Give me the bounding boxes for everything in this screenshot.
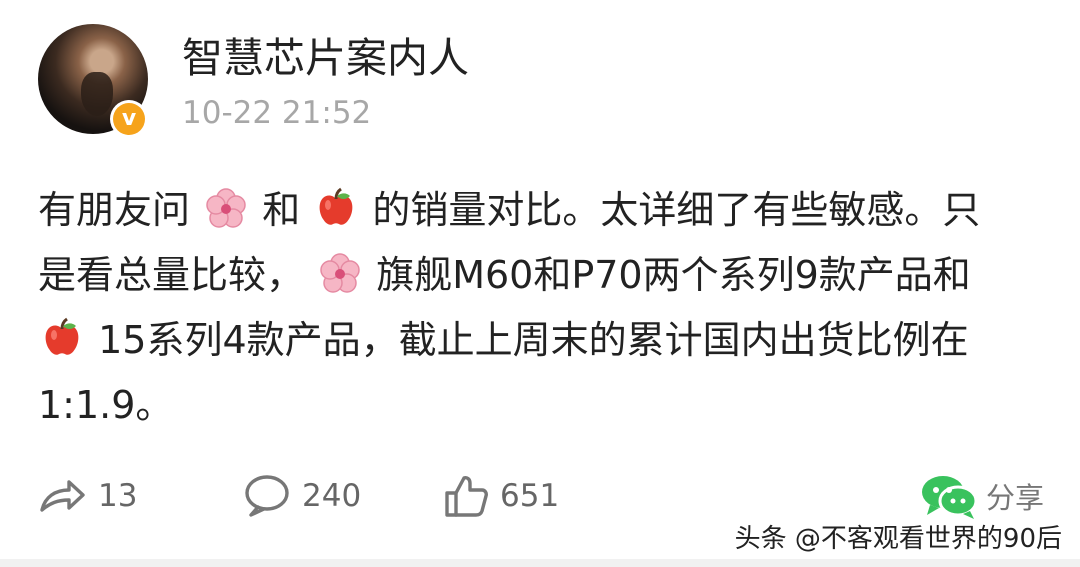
author-name[interactable]: 智慧芯片案内人 [182,32,469,84]
avatar-portrait-detail [81,72,113,116]
wechat-share-icon [922,476,978,519]
post-text-segment: 和 [262,188,301,232]
repost-button[interactable]: 13 [38,468,137,524]
post-text-segment: 1:1.9。 [38,383,174,427]
like-count: 651 [500,478,560,514]
cherry-blossom-icon [206,188,246,228]
post-text-segment: 15系列4款产品，截止上周末的累计国内出货比例在 [98,318,969,362]
apple-icon [45,317,79,355]
post-content-line: 15系列4款产品，截止上周末的累计国内出货比例在 [38,308,1048,373]
source-watermark: 头条 @不客观看世界的90后 [734,524,1062,554]
like-button[interactable]: 651 [440,468,559,524]
verified-badge-icon: v [110,100,148,138]
post-content-line: 有朋友问 和 的销量对比。太详细了有些敏感。只 [38,178,1048,243]
post-text-segment: 是看总量比较， [38,253,305,297]
comment-count: 240 [302,478,362,514]
post-timestamp: 10-22 21:52 [182,95,372,131]
post-content: 有朋友问 和 的销量对比。太详细了有些敏感。只 是看总量比较， 旗舰M60和P7… [38,178,1048,438]
cherry-blossom-icon [320,253,360,293]
verified-v-icon: v [113,103,145,135]
repost-arrow-icon [40,480,85,512]
post-text-segment: 有朋友问 [38,188,191,232]
comment-button[interactable]: 240 [242,468,361,524]
comment-bubble-icon [245,475,289,517]
post-content-line: 是看总量比较， 旗舰M60和P70两个系列9款产品和 [38,243,1048,308]
share-label: 分享 [986,481,1045,515]
apple-icon [319,187,353,225]
post-actions-bar: 13 240 651 分享 [38,468,1048,528]
bottom-divider [0,559,1080,567]
post-text-segment: 旗舰M60和P70两个系列9款产品和 [376,253,971,297]
share-button[interactable]: 分享 [920,468,1044,524]
post-content-line: 1:1.9。 [38,373,1048,438]
repost-count: 13 [98,478,138,514]
post-text-segment: 的销量对比。太详细了有些敏感。只 [372,188,981,232]
thumbs-up-icon [445,476,488,517]
